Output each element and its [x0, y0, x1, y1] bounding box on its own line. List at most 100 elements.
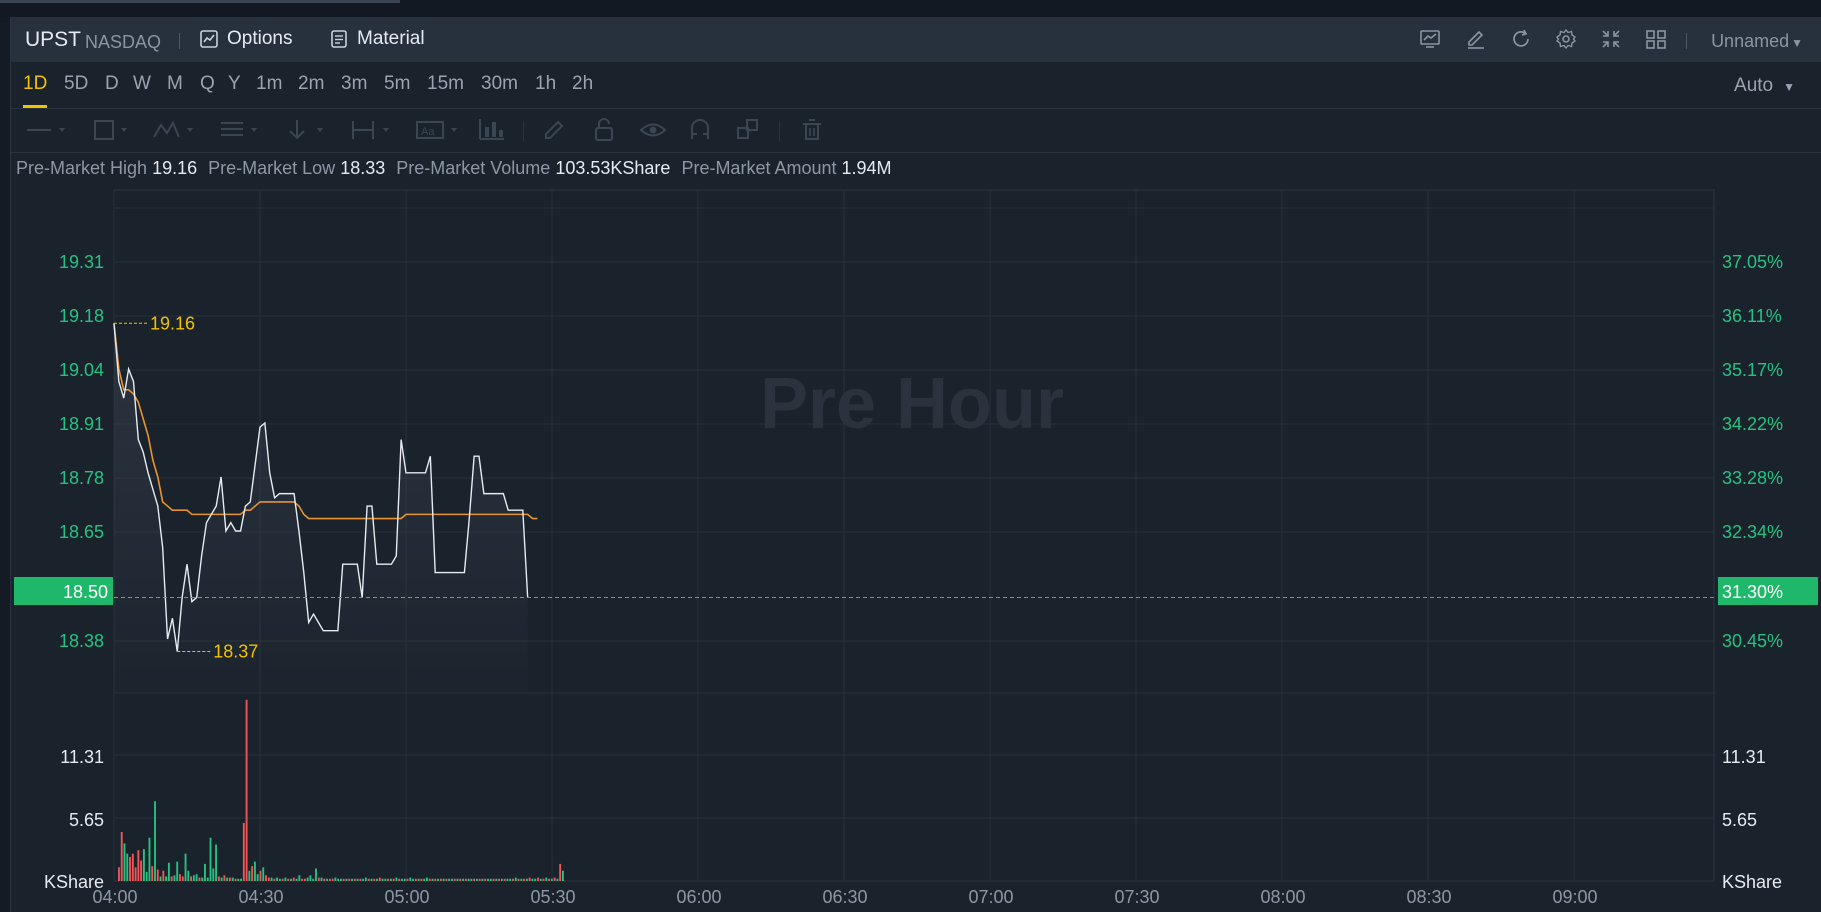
volume-bar	[295, 878, 298, 881]
left-axis-tick: 18.78	[59, 468, 104, 488]
volume-bar	[195, 874, 198, 881]
volume-axis-tick: 11.31	[1722, 747, 1766, 767]
right-axis-tick: 32.34%	[1722, 522, 1783, 542]
volume-bar	[398, 878, 401, 881]
volume-bar	[287, 878, 290, 881]
volume-bar	[509, 878, 512, 881]
volume-bar	[498, 878, 501, 881]
volume-bar	[306, 877, 309, 881]
volume-bar	[362, 878, 365, 881]
volume-bar	[334, 877, 337, 881]
volume-bar	[542, 878, 545, 881]
volume-bar	[220, 877, 223, 881]
volume-bar	[420, 878, 423, 881]
volume-bar	[439, 878, 442, 881]
volume-bar	[259, 870, 262, 881]
current-change-badge-label: 31.30%	[1722, 582, 1783, 602]
volume-bars	[118, 699, 564, 881]
price-area-fill	[114, 323, 528, 693]
volume-bar	[217, 876, 220, 881]
volume-bar	[267, 877, 270, 881]
volume-bar	[562, 870, 564, 881]
volume-bar	[120, 832, 123, 881]
left-axis-tick: 18.38	[59, 631, 104, 651]
volume-bar	[453, 878, 456, 881]
volume-axis-tick: 5.65	[69, 810, 104, 830]
volume-axis-tick: 11.31	[60, 747, 104, 767]
volume-bar	[137, 850, 140, 881]
volume-bar	[423, 878, 426, 881]
volume-bar	[234, 878, 237, 881]
volume-bar	[154, 801, 156, 881]
volume-bar	[512, 878, 514, 881]
volume-bar	[303, 878, 306, 881]
intraday-chart[interactable]: Pre Hour 19.16 18.37 19.31 19.18 19.04 1…	[0, 0, 1821, 912]
volume-bar	[326, 878, 328, 881]
volume-bar	[434, 878, 437, 881]
volume-bar	[170, 876, 173, 881]
volume-bar	[231, 877, 234, 881]
time-axis-tick: 04:00	[92, 887, 137, 907]
volume-bar	[273, 878, 276, 881]
volume-bar	[131, 853, 134, 881]
volume-bar	[528, 877, 531, 881]
volume-bar	[448, 878, 451, 881]
volume-bar	[301, 878, 304, 881]
volume-bar	[253, 861, 256, 881]
plot-frame	[113, 189, 1715, 882]
volume-bar	[478, 878, 481, 881]
low-marker-label: 18.37	[213, 641, 258, 661]
volume-bar	[364, 877, 367, 881]
volume-bar	[556, 878, 559, 881]
volume-bar	[470, 878, 473, 881]
volume-bar	[328, 878, 331, 881]
volume-bar	[489, 878, 492, 881]
volume-bar	[245, 699, 248, 881]
volume-bar	[475, 878, 478, 881]
volume-bar	[384, 878, 387, 881]
time-axis-tick: 04:30	[238, 887, 283, 907]
volume-bar	[456, 878, 459, 881]
volume-bar	[414, 878, 417, 881]
volume-bar	[559, 863, 562, 881]
volume-bar	[406, 878, 409, 881]
volume-bar	[118, 867, 120, 881]
volume-bar	[162, 870, 165, 881]
volume-bar	[142, 849, 145, 881]
volume-bar	[140, 860, 143, 881]
volume-bar	[503, 878, 506, 881]
volume-bar	[226, 877, 229, 881]
volume-bar	[165, 876, 168, 881]
volume-bar	[401, 878, 403, 881]
volume-bar	[403, 878, 406, 881]
volume-bar	[312, 878, 315, 881]
volume-bar	[209, 837, 212, 881]
volume-bar	[373, 878, 376, 881]
volume-bar	[265, 875, 267, 881]
right-axis-tick: 35.17%	[1722, 360, 1783, 380]
volume-bar	[284, 877, 287, 881]
volume-bar	[276, 877, 279, 881]
right-axis-tick: 34.22%	[1722, 414, 1783, 434]
volume-bar	[545, 877, 548, 881]
volume-bar	[426, 877, 428, 881]
volume-bar	[395, 877, 398, 881]
volume-bar	[467, 878, 470, 881]
volume-bar	[242, 822, 245, 881]
volume-bar	[179, 874, 181, 881]
pre-hour-watermark: Pre Hour	[760, 364, 1064, 444]
volume-bar	[129, 857, 131, 881]
right-axis-tick: 33.28%	[1722, 468, 1783, 488]
volume-bar	[487, 878, 489, 881]
volume-bar	[520, 878, 523, 881]
volume-unit-label: KShare	[1722, 872, 1782, 892]
volume-bar	[204, 863, 206, 881]
volume-bar	[348, 878, 351, 881]
time-axis-tick: 09:00	[1552, 887, 1597, 907]
volume-bar	[290, 878, 292, 881]
volume-bar	[387, 878, 390, 881]
right-axis-tick: 36.11%	[1722, 306, 1782, 326]
right-axis-tick: 30.45%	[1722, 631, 1783, 651]
left-axis-tick: 18.91	[59, 414, 104, 434]
volume-bar	[159, 876, 162, 881]
